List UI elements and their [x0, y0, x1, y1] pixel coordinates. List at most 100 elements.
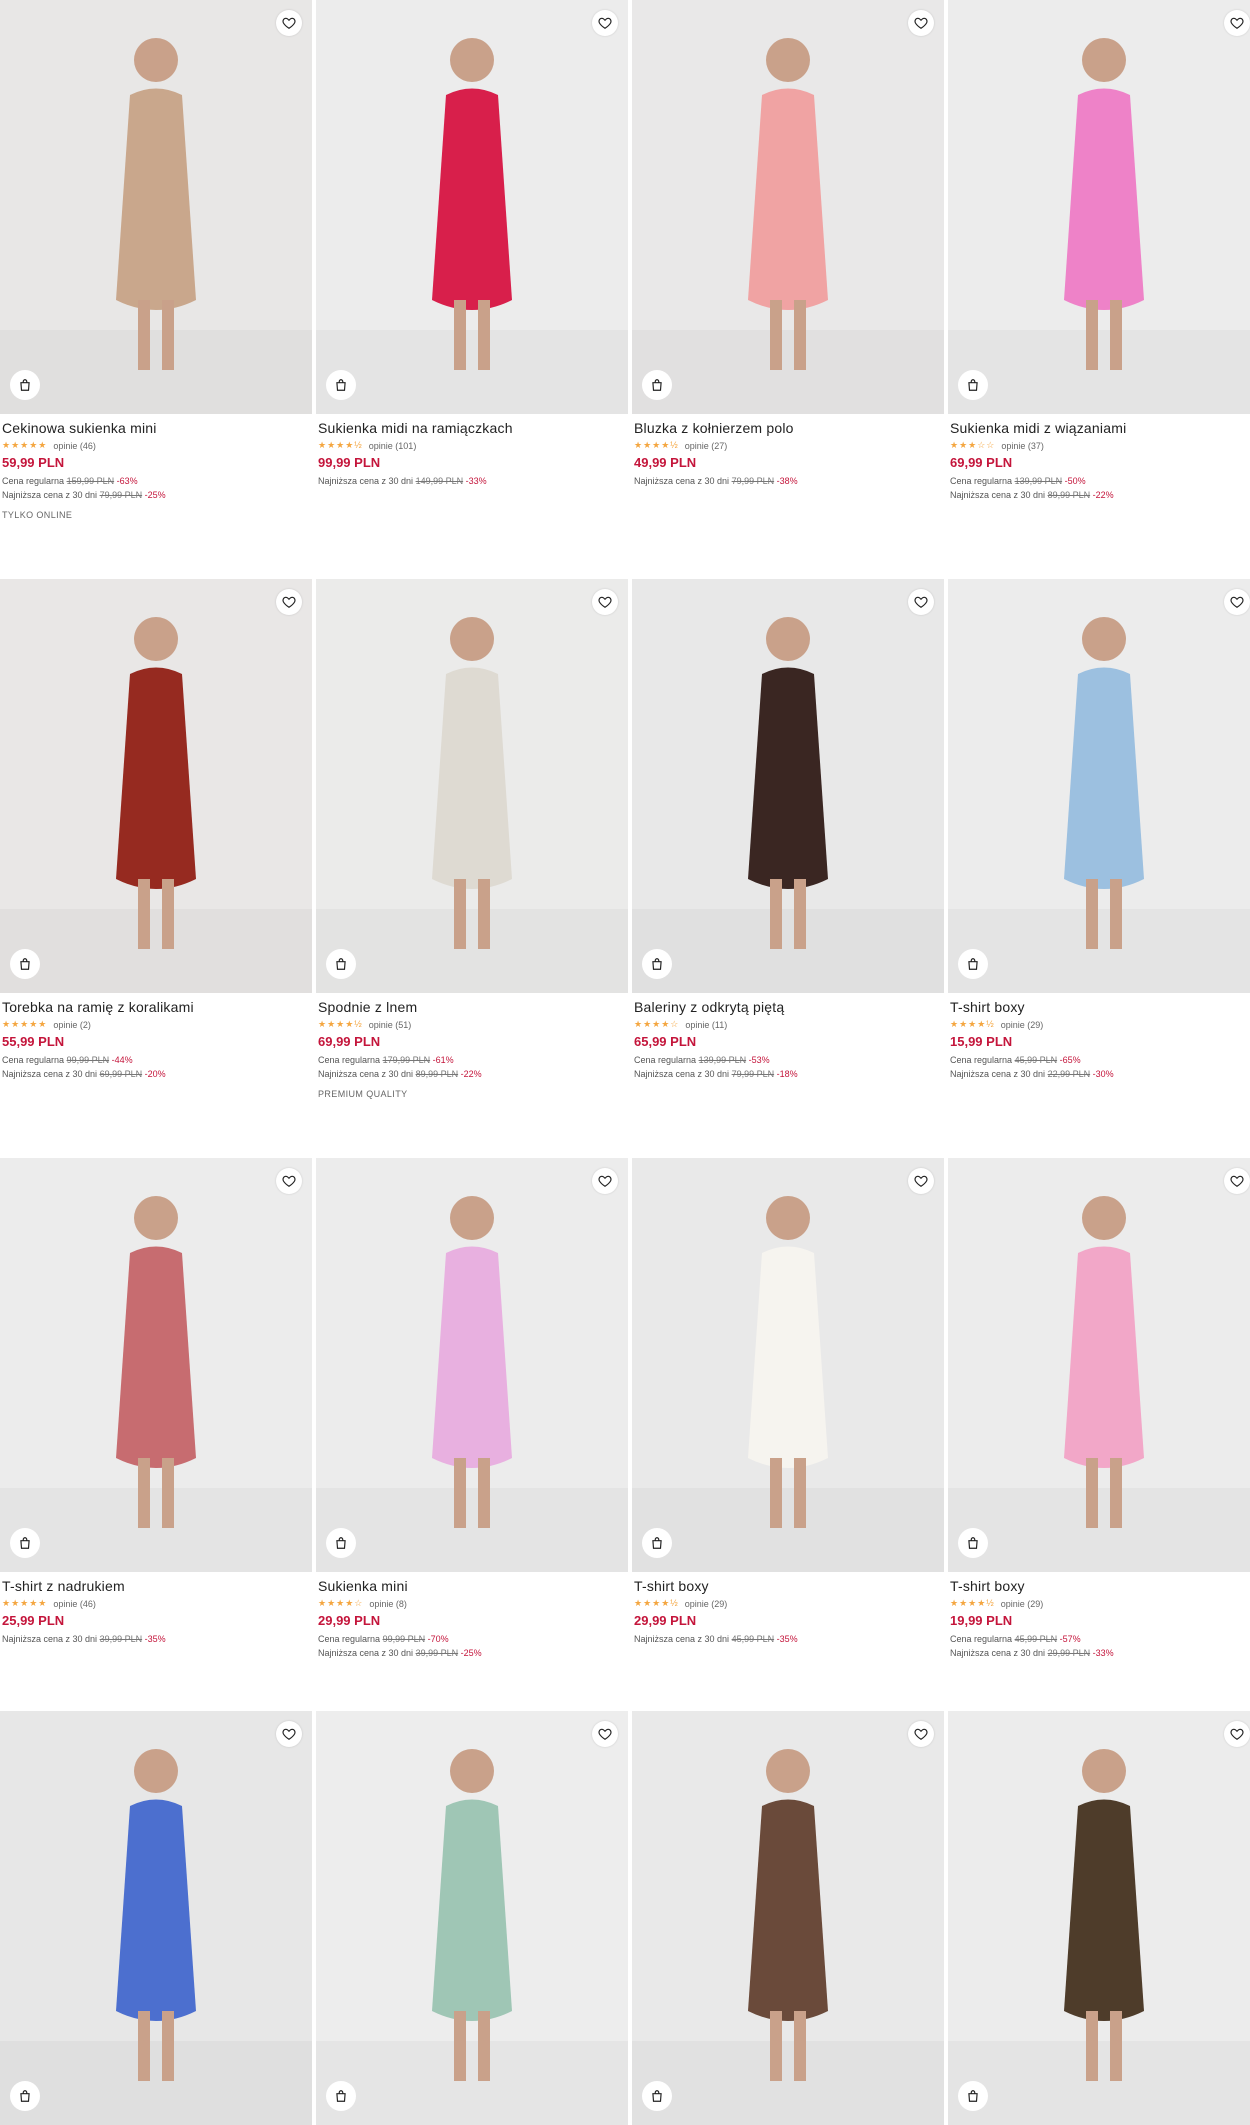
review-count[interactable]: opinie (29) [1001, 1020, 1044, 1030]
product-image[interactable] [632, 1158, 944, 1572]
regular-price: 99,99 PLN [66, 1055, 110, 1065]
product-name[interactable]: Sukienka midi z wiązaniami [950, 420, 1250, 436]
shopping-bag-icon[interactable] [326, 1528, 356, 1558]
shopping-bag-icon[interactable] [10, 949, 40, 979]
product-card[interactable]: Bluzka z kołnierzem polo ★★★★½ opinie (27)… [632, 0, 944, 488]
review-count[interactable]: opinie (101) [369, 441, 417, 451]
product-image[interactable] [0, 579, 312, 993]
rating-stars: ★★★★½ [950, 1598, 995, 1608]
shopping-bag-icon[interactable] [10, 370, 40, 400]
lowest-price: 79,99 PLN [731, 1069, 775, 1079]
product-card[interactable]: T-shirt boxy ★★★★½ opinie (29) 29,99 PLN Naj… [632, 1158, 944, 1646]
review-count[interactable]: opinie (8) [369, 1599, 407, 1609]
product-card[interactable]: T-shirt z nadrukiem ★★★★★ opinie (46) 25,99… [0, 1158, 312, 1646]
lowest-price: 79,99 PLN [731, 476, 775, 486]
product-name[interactable]: Baleriny z odkrytą piętą [634, 999, 942, 1015]
heart-icon[interactable] [276, 10, 302, 36]
product-image[interactable] [948, 1158, 1250, 1572]
heart-icon[interactable] [592, 1168, 618, 1194]
product-image[interactable] [0, 1158, 312, 1572]
shopping-bag-icon[interactable] [642, 1528, 672, 1558]
shopping-bag-icon[interactable] [642, 949, 672, 979]
product-image[interactable] [316, 1711, 628, 2125]
shopping-bag-icon[interactable] [958, 1528, 988, 1558]
review-count[interactable]: opinie (51) [369, 1020, 412, 1030]
product-name[interactable]: Sukienka mini [318, 1578, 626, 1594]
regular-price-line: Cena regularna 99,99 PLN -44% [2, 1053, 310, 1067]
shopping-bag-icon[interactable] [958, 949, 988, 979]
review-count[interactable]: opinie (2) [53, 1020, 91, 1030]
shopping-bag-icon[interactable] [326, 2081, 356, 2111]
product-rating: ★★★☆☆ opinie (37) [950, 440, 1250, 451]
regular-price-label: Cena regularna [318, 1055, 381, 1065]
product-card[interactable]: Cekinowa sukienka mini ★★★★★ opinie (46) 59… [0, 0, 312, 520]
product-image[interactable] [632, 579, 944, 993]
heart-icon[interactable] [1224, 1168, 1250, 1194]
heart-icon[interactable] [276, 1168, 302, 1194]
product-card[interactable]: Torebka na ramię z koralikami ★★★★★ opinie… [0, 579, 312, 1081]
shopping-bag-icon[interactable] [958, 2081, 988, 2111]
heart-icon[interactable] [908, 1721, 934, 1747]
product-card[interactable]: T-shirt boxy ★★★★½ opinie (29) 19,99 PLN Cen… [948, 1158, 1250, 1660]
shopping-bag-icon[interactable] [10, 1528, 40, 1558]
product-image[interactable] [0, 1711, 312, 2125]
heart-icon[interactable] [908, 10, 934, 36]
product-card[interactable] [632, 1711, 944, 2125]
shopping-bag-icon[interactable] [958, 370, 988, 400]
product-card[interactable] [0, 1711, 312, 2125]
lowest-price: 89,99 PLN [415, 1069, 459, 1079]
product-image[interactable] [0, 0, 312, 414]
product-name[interactable]: Spodnie z lnem [318, 999, 626, 1015]
product-image[interactable] [316, 579, 628, 993]
product-image[interactable] [316, 0, 628, 414]
product-image[interactable] [948, 0, 1250, 414]
product-name[interactable]: Bluzka z kołnierzem polo [634, 420, 942, 436]
heart-icon[interactable] [1224, 10, 1250, 36]
product-card[interactable]: Sukienka midi na ramiączkach ★★★★½ opinie … [316, 0, 628, 488]
product-name[interactable]: T-shirt boxy [950, 1578, 1250, 1594]
shopping-bag-icon[interactable] [642, 2081, 672, 2111]
lowest-price-label: Najniższa cena z 30 dni [950, 1069, 1046, 1079]
product-image[interactable] [948, 579, 1250, 993]
product-image[interactable] [316, 1158, 628, 1572]
product-name[interactable]: Sukienka midi na ramiączkach [318, 420, 626, 436]
shopping-bag-icon[interactable] [326, 370, 356, 400]
product-card[interactable]: Sukienka mini ★★★★☆ opinie (8) 29,99 PLN Cen… [316, 1158, 628, 1660]
product-image[interactable] [632, 0, 944, 414]
product-card[interactable]: Baleriny z odkrytą piętą ★★★★☆ opinie (11)… [632, 579, 944, 1081]
regular-discount: -65% [1059, 1055, 1081, 1065]
shopping-bag-icon[interactable] [326, 949, 356, 979]
product-name[interactable]: Cekinowa sukienka mini [2, 420, 310, 436]
review-count[interactable]: opinie (29) [685, 1599, 728, 1609]
product-price: 29,99 PLN [634, 1613, 697, 1628]
regular-discount: -70% [427, 1634, 449, 1644]
product-card[interactable]: Sukienka midi z wiązaniami ★★★☆☆ opinie (3… [948, 0, 1250, 502]
product-name[interactable]: T-shirt boxy [950, 999, 1250, 1015]
product-name[interactable]: T-shirt z nadrukiem [2, 1578, 310, 1594]
review-count[interactable]: opinie (46) [53, 1599, 96, 1609]
review-count[interactable]: opinie (46) [53, 441, 96, 451]
product-name[interactable]: Torebka na ramię z koralikami [2, 999, 310, 1015]
product-name[interactable]: T-shirt boxy [634, 1578, 942, 1594]
heart-icon[interactable] [1224, 589, 1250, 615]
review-count[interactable]: opinie (27) [685, 441, 728, 451]
review-count[interactable]: opinie (29) [1001, 1599, 1044, 1609]
shopping-bag-icon[interactable] [642, 370, 672, 400]
product-image[interactable] [632, 1711, 944, 2125]
review-count[interactable]: opinie (37) [1001, 441, 1044, 451]
product-card[interactable]: Spodnie z lnem ★★★★½ opinie (51) 69,99 PLN C… [316, 579, 628, 1099]
product-image[interactable] [948, 1711, 1250, 2125]
heart-icon[interactable] [592, 1721, 618, 1747]
heart-icon[interactable] [592, 589, 618, 615]
heart-icon[interactable] [908, 1168, 934, 1194]
product-card[interactable] [316, 1711, 628, 2125]
product-card[interactable]: T-shirt boxy ★★★★½ opinie (29) 15,99 PLN Cen… [948, 579, 1250, 1081]
heart-icon[interactable] [1224, 1721, 1250, 1747]
product-card[interactable] [948, 1711, 1250, 2125]
heart-icon[interactable] [276, 1721, 302, 1747]
heart-icon[interactable] [908, 589, 934, 615]
heart-icon[interactable] [592, 10, 618, 36]
heart-icon[interactable] [276, 589, 302, 615]
review-count[interactable]: opinie (11) [685, 1020, 727, 1030]
shopping-bag-icon[interactable] [10, 2081, 40, 2111]
